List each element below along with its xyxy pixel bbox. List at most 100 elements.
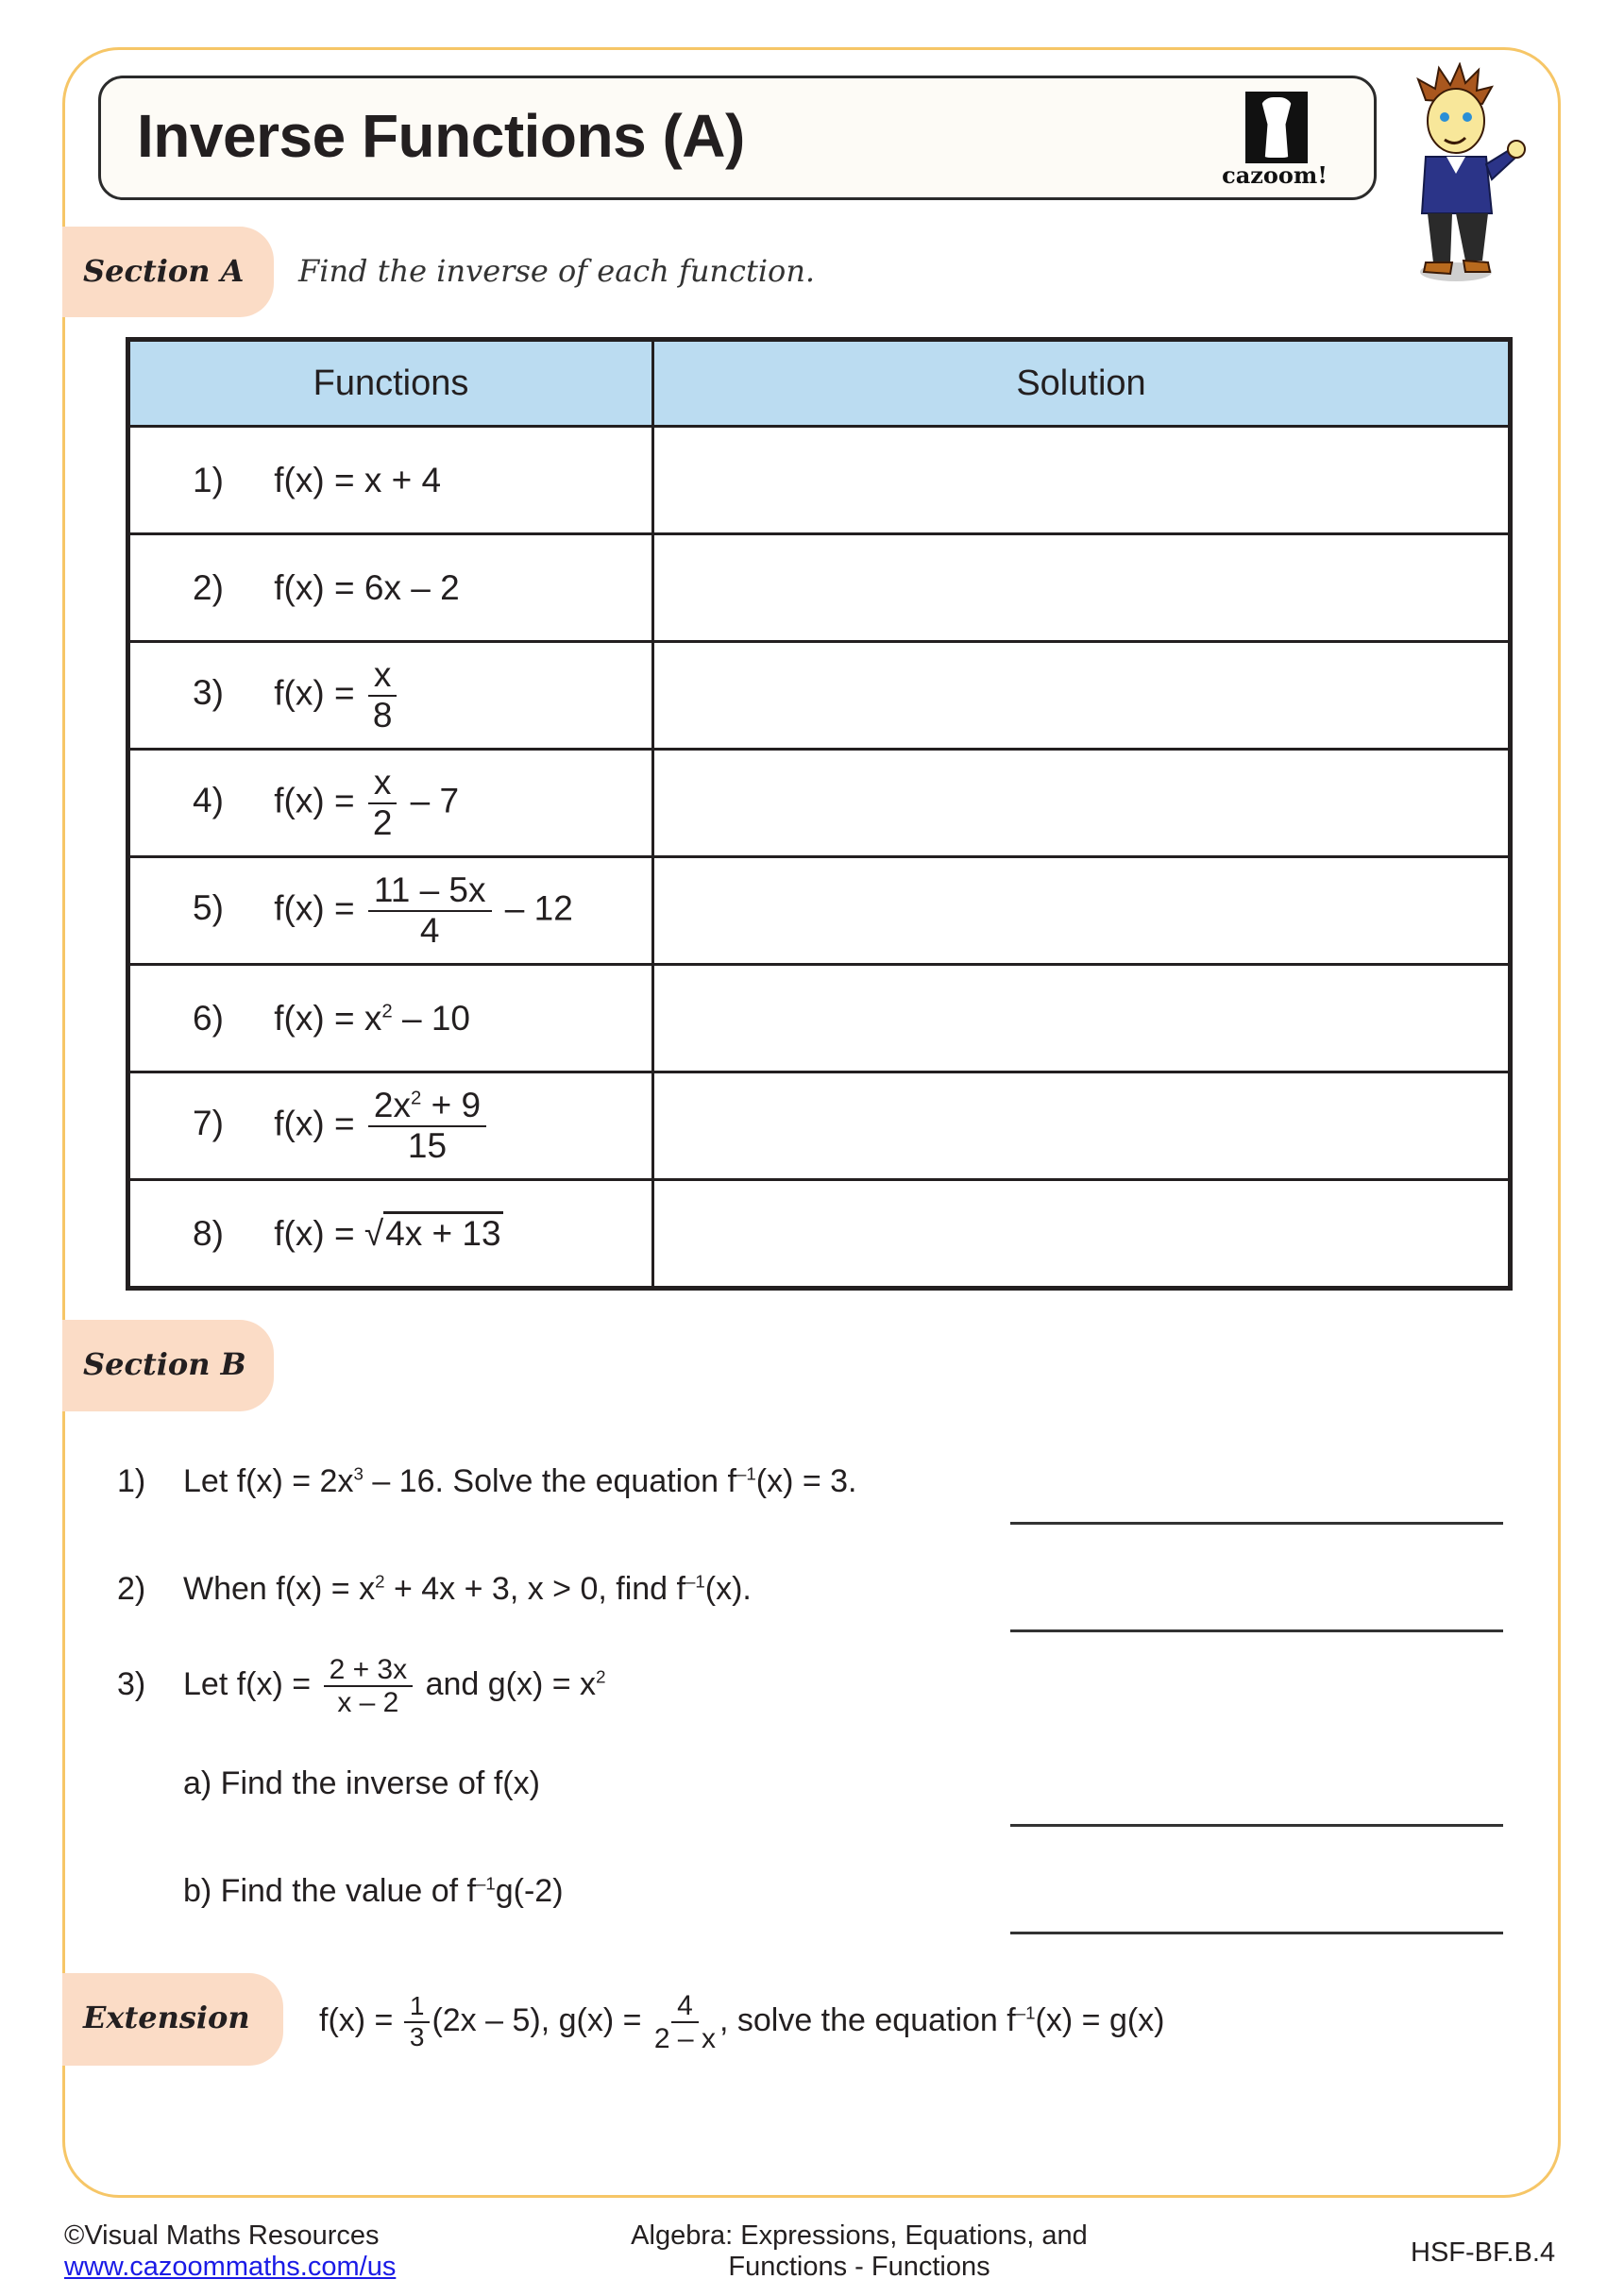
exponent: 2 [381,1001,393,1022]
numerator: 2x2 + 9 [367,1086,487,1127]
fraction: 2x2 + 9 15 [367,1086,487,1165]
question-text: (x). [704,1571,752,1607]
solution-cell[interactable] [651,1071,1512,1181]
function-lhs: f(x) = [274,888,355,928]
question-b3: 3) Let f(x) = 2 + 3x x – 2 and g(x) = x2 [117,1654,605,1718]
fraction: 11 – 5x 4 [367,870,492,950]
item-number: 1) [193,460,224,499]
inverse-superscript: –1 [736,1463,756,1484]
cazoom-logo: cazoom! [1213,92,1336,189]
solution-cell[interactable] [651,855,1512,966]
item-number: 4) [193,781,224,820]
functions-table: Functions Solution 1) f(x) = x + 4 2) f(… [126,337,1513,1291]
standard-code: HSF-BF.B.4 [1411,2237,1556,2268]
title-box: Inverse Functions (A) cazoom! [98,76,1377,200]
function-lhs: f(x) = [274,998,355,1038]
function-expr: 6x – 2 [364,567,460,607]
item-number: 6) [193,998,224,1038]
question-text: and g(x) = x [425,1665,597,1702]
item-number: 1) [117,1463,146,1499]
question-text: f(x) = [319,2001,394,2038]
question-b3b: b) Find the value of f–1g(-2) [183,1873,564,1910]
item-number: 8) [193,1213,224,1253]
denominator: 3 [409,2022,425,2051]
function-lhs: f(x) = [274,460,355,499]
table-row: 5) f(x) = 11 – 5x 4 – 12 [127,855,1512,966]
section-b-label: Section B [83,1346,246,1382]
answer-line-b1[interactable] [1010,1522,1503,1525]
table-row: 3) f(x) = x8 [127,640,1512,751]
fraction: 42 – x [654,1990,716,2054]
logo-text: cazoom! [1222,161,1328,189]
answer-line-b2[interactable] [1010,1629,1503,1632]
topic-line-2: Functions - Functions [728,2252,990,2282]
function-expr-tail: – 7 [410,781,460,820]
denominator: 15 [407,1125,448,1165]
function-cell: 8) f(x) = √4x + 13 [127,1178,654,1290]
numerator: 4 [671,1990,699,2023]
section-a-instruction: Find the inverse of each function. [298,253,816,289]
item-number: 3) [117,1665,146,1702]
denominator: 2 – x [653,2023,716,2054]
solution-cell[interactable] [651,532,1512,643]
fraction: 2 + 3x x – 2 [323,1654,414,1718]
question-text: g(-2) [495,1873,564,1909]
question-text: When f(x) = x [183,1571,376,1607]
header-solution: Solution [651,338,1512,428]
item-number: 3) [193,673,224,713]
denominator: x – 2 [337,1687,399,1718]
inverse-superscript: –1 [1015,2002,1036,2023]
extension-tab: Extension [62,1973,283,2066]
section-a-tab: Section A [62,227,274,317]
answer-line-b3b[interactable] [1010,1932,1503,1934]
item-number: 2) [117,1571,146,1607]
function-cell: 2) f(x) = 6x – 2 [127,532,654,643]
radicand: 4x + 13 [383,1210,503,1253]
extension-question: f(x) = 1 3 (2x – 5), g(x) = 42 – x, solve … [319,1990,1165,2054]
denominator: 4 [419,910,440,950]
function-expr-tail: – 12 [504,888,573,928]
table-row: 7) f(x) = 2x2 + 9 15 [127,1071,1512,1181]
function-expr: x + 4 [364,460,442,499]
solution-cell[interactable] [651,1178,1512,1290]
question-text: Let f(x) = 2x [183,1463,354,1499]
item-number: 7) [193,1104,224,1143]
numerator: x [367,763,398,804]
solution-cell[interactable] [651,640,1512,751]
solution-cell[interactable] [651,963,1512,1073]
header-functions: Functions [127,338,654,428]
function-lhs: f(x) = [274,567,355,607]
exponent: 2 [410,1088,422,1109]
question-b2: 2) When f(x) = x2 + 4x + 3, x > 0, find f… [117,1571,752,1608]
topic-line-1: Algebra: Expressions, Equations, and [631,2220,1088,2251]
numerator: x [367,655,398,697]
solution-cell[interactable] [651,748,1512,858]
numerator: 2 + 3x [323,1654,414,1687]
drum-logo-icon [1245,92,1308,163]
question-text: (x) = 3. [755,1463,857,1499]
question-text: (2x – 5), g(x) = [431,2001,642,2038]
answer-line-b3a[interactable] [1010,1824,1503,1827]
table-row: 4) f(x) = x2 – 7 [127,748,1512,858]
function-lhs: f(x) = [274,673,355,713]
fraction: 13 [403,1991,431,2052]
fraction: x2 [367,763,398,842]
section-a-label: Section A [83,253,245,289]
item-number: 2) [193,567,224,607]
square-root: √4x + 13 [364,1210,503,1254]
denominator: 8 [372,695,393,734]
question-text: (x) = g(x) [1035,2001,1165,2038]
exponent: 2 [375,1571,385,1592]
function-cell: 7) f(x) = 2x2 + 9 15 [127,1071,654,1181]
website-link[interactable]: www.cazoommaths.com/us [64,2252,396,2282]
function-lhs: f(x) = [274,1104,355,1143]
function-cell: 6) f(x) = x2 – 10 [127,963,654,1073]
function-lhs: f(x) = [274,781,355,820]
question-b3a: a) Find the inverse of f(x) [183,1765,540,1801]
fraction: x8 [367,655,398,734]
solution-cell[interactable] [651,425,1512,535]
exponent: 2 [596,1666,606,1687]
item-number: 5) [193,888,224,928]
numerator: 1 [403,1991,431,2023]
question-text: – 16. Solve the equation f [363,1463,736,1499]
